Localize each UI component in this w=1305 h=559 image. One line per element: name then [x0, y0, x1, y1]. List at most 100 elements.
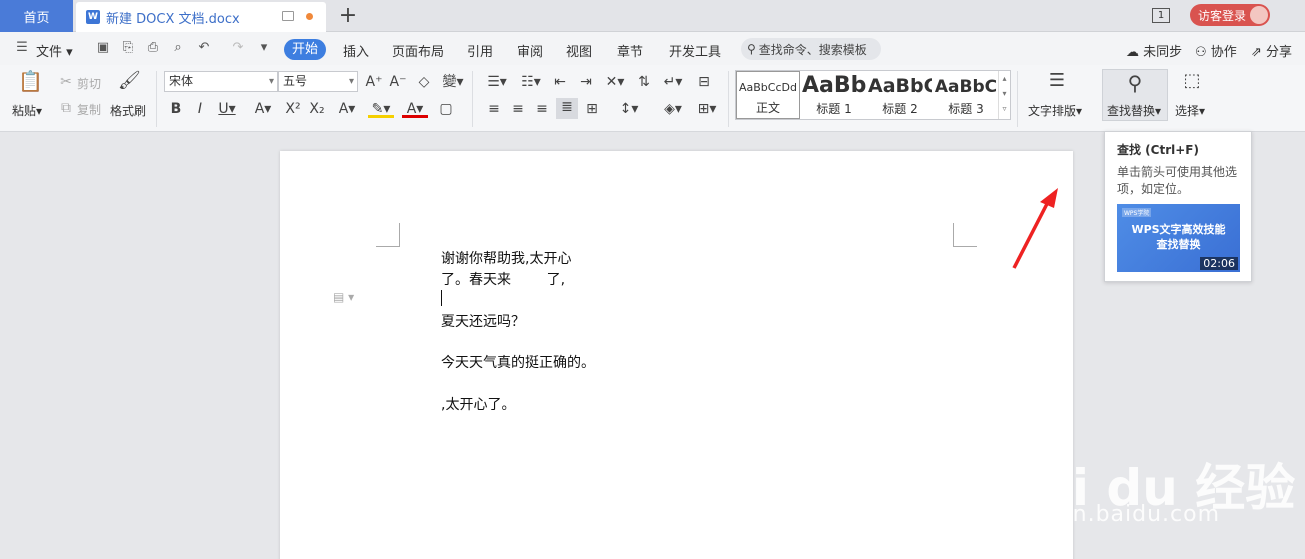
margin-corner-top-right	[953, 223, 977, 247]
text-layout-icon[interactable]: ☰	[1044, 72, 1070, 98]
tab-view[interactable]: 视图	[566, 41, 592, 60]
show-marks-icon[interactable]: ↵▾	[660, 73, 686, 91]
tab-page-layout[interactable]: 页面布局	[392, 41, 444, 60]
style-heading-2[interactable]: AaBbC 标题 2	[868, 71, 932, 119]
style-gallery-scroll[interactable]: ▴ ▾ ▿	[998, 71, 1010, 119]
find-replace-button[interactable]: ⚲ 查找替换▾	[1102, 69, 1168, 121]
doc-line[interactable]: 今天天气真的挺正确的。	[441, 352, 595, 372]
copy-button[interactable]: 复制	[77, 101, 101, 118]
save-icon[interactable]: ▣	[95, 40, 111, 56]
paste-icon[interactable]: 📋	[18, 71, 43, 98]
video-duration: 02:06	[1200, 257, 1238, 270]
style-label: 正文	[755, 101, 780, 115]
align-left-icon[interactable]: ≡	[484, 100, 504, 118]
sort-icon[interactable]: ⇅	[634, 73, 654, 91]
doc-line[interactable]: 了。春天来 了,	[441, 269, 565, 289]
window-count-icon[interactable]: 1	[1152, 8, 1170, 23]
format-painter-button[interactable]: 格式刷	[110, 102, 146, 119]
char-border-icon[interactable]: ▢	[436, 100, 456, 118]
distributed-align-icon[interactable]: ⊞	[582, 100, 602, 118]
tab-references[interactable]: 引用	[467, 41, 493, 60]
hamburger-icon[interactable]: ☰	[14, 40, 30, 56]
shading-icon[interactable]: ◈▾	[660, 100, 686, 118]
paste-button[interactable]: 粘贴▾	[12, 102, 42, 119]
cut-icon[interactable]: ✂	[56, 73, 76, 91]
export-icon[interactable]: ⎘	[120, 40, 136, 56]
increase-indent-icon[interactable]: ⇥	[576, 73, 596, 91]
tab-chapter[interactable]: 章节	[617, 41, 643, 60]
chinese-layout-icon[interactable]: ✕▾	[602, 73, 628, 91]
font-name-select[interactable]: 宋体	[164, 71, 278, 92]
line-spacing-icon[interactable]: ↕▾	[616, 100, 642, 118]
bullet-list-icon[interactable]: ☰▾	[484, 73, 510, 91]
format-painter-icon[interactable]: 🖌	[118, 72, 141, 98]
table-icon[interactable]: ⊟	[694, 73, 714, 91]
text-effect-icon[interactable]: A▾	[334, 100, 360, 118]
redo-icon[interactable]: ↷	[230, 40, 246, 56]
find-replace-label: 查找替换▾	[1107, 104, 1162, 118]
grow-font-icon[interactable]: A⁺	[364, 73, 384, 91]
copy-icon[interactable]: ⧉	[56, 99, 76, 117]
doc-line[interactable]: 谢谢你帮助我,太开心	[441, 248, 571, 268]
tab-document[interactable]: W 新建 DOCX 文档.docx	[76, 2, 326, 32]
doc-line[interactable]: 夏天还远吗？	[441, 311, 525, 331]
border-icon[interactable]: ⊞▾	[694, 100, 720, 118]
align-right-icon[interactable]: ≡	[532, 100, 552, 118]
doc-line[interactable]: ,太开心了。	[441, 394, 515, 414]
italic-icon[interactable]: I	[190, 100, 210, 118]
quick-access-more-icon[interactable]: ▾	[256, 40, 272, 56]
decrease-indent-icon[interactable]: ⇤	[550, 73, 570, 91]
select-button[interactable]: 选择▾	[1175, 102, 1205, 119]
sync-status[interactable]: ☁ 未同步	[1126, 41, 1182, 60]
align-justify-icon[interactable]: ≣	[556, 98, 578, 119]
undo-icon[interactable]: ↶	[196, 40, 212, 56]
guest-login-button[interactable]: 访客登录	[1190, 4, 1270, 26]
underline-icon[interactable]: U▾	[214, 100, 240, 118]
cut-button[interactable]: 剪切	[77, 75, 101, 92]
style-label: 标题 1	[816, 102, 852, 116]
video-brand: WPS学院	[1122, 208, 1152, 217]
cloud-icon: ☁	[1126, 45, 1139, 60]
login-label: 访客登录	[1198, 8, 1247, 23]
collab-button[interactable]: ⚇ 协作	[1195, 41, 1237, 60]
tab-home[interactable]: 首页	[0, 0, 73, 32]
tutorial-video-thumbnail[interactable]: WPS学院 WPS文字高效技能 查找替换 02:06	[1117, 204, 1240, 272]
tab-start[interactable]: 开始	[284, 39, 326, 60]
bold-icon[interactable]: B	[166, 100, 186, 118]
watermark-url: jingyan.baidu.com	[1000, 502, 1221, 527]
print-icon[interactable]: ⎙	[145, 40, 161, 56]
collab-icon: ⚇	[1195, 45, 1207, 60]
highlight-icon[interactable]: ✎▾	[368, 100, 394, 118]
paragraph-menu-icon[interactable]: ▤ ▾	[333, 290, 354, 304]
font-color-icon[interactable]: A▾	[402, 100, 428, 118]
font-size-select[interactable]: 五号	[278, 71, 358, 92]
monitor-icon[interactable]	[282, 11, 294, 21]
ribbon-divider	[728, 71, 729, 127]
numbered-list-icon[interactable]: ☷▾	[518, 73, 544, 91]
align-center-icon[interactable]: ≡	[508, 100, 528, 118]
command-search[interactable]: ⚲ 查找命令、搜索模板	[741, 38, 881, 60]
clear-format-icon[interactable]: ◇	[414, 73, 434, 91]
document-page[interactable]: ▤ ▾ 谢谢你帮助我,太开心 了。春天来 了, 夏天还远吗？ 今天天气真的挺正确…	[280, 151, 1073, 559]
preview-icon[interactable]: ⌕	[170, 40, 186, 56]
tab-insert[interactable]: 插入	[343, 41, 369, 60]
tab-developer[interactable]: 开发工具	[669, 41, 721, 60]
margin-corner-top-left	[376, 223, 400, 247]
phonetic-icon[interactable]: 變▾	[440, 73, 466, 91]
tooltip-title: 查找 (Ctrl+F)	[1117, 143, 1199, 157]
baidu-watermark: Bai du 经验 jingyan.baidu.com	[1000, 440, 1300, 550]
tab-review[interactable]: 审阅	[517, 41, 543, 60]
style-normal[interactable]: AaBbCcDd 正文	[736, 71, 800, 119]
superscript-icon[interactable]: X²	[283, 100, 303, 118]
new-tab-button[interactable]: +	[338, 3, 358, 29]
select-cursor-icon[interactable]: ⬚	[1180, 72, 1204, 98]
style-heading-3[interactable]: AaBbC 标题 3	[934, 71, 998, 119]
subscript-icon[interactable]: X₂	[307, 100, 327, 118]
file-menu[interactable]: 文件 ▾	[36, 41, 73, 60]
share-button[interactable]: ⇗ 分享	[1251, 41, 1292, 60]
strikethrough-icon[interactable]: A▾	[250, 100, 276, 118]
unsaved-dot-icon	[306, 13, 313, 20]
style-heading-1[interactable]: AaBb 标题 1	[802, 71, 866, 119]
text-layout-button[interactable]: 文字排版▾	[1028, 102, 1082, 119]
shrink-font-icon[interactable]: A⁻	[388, 73, 408, 91]
